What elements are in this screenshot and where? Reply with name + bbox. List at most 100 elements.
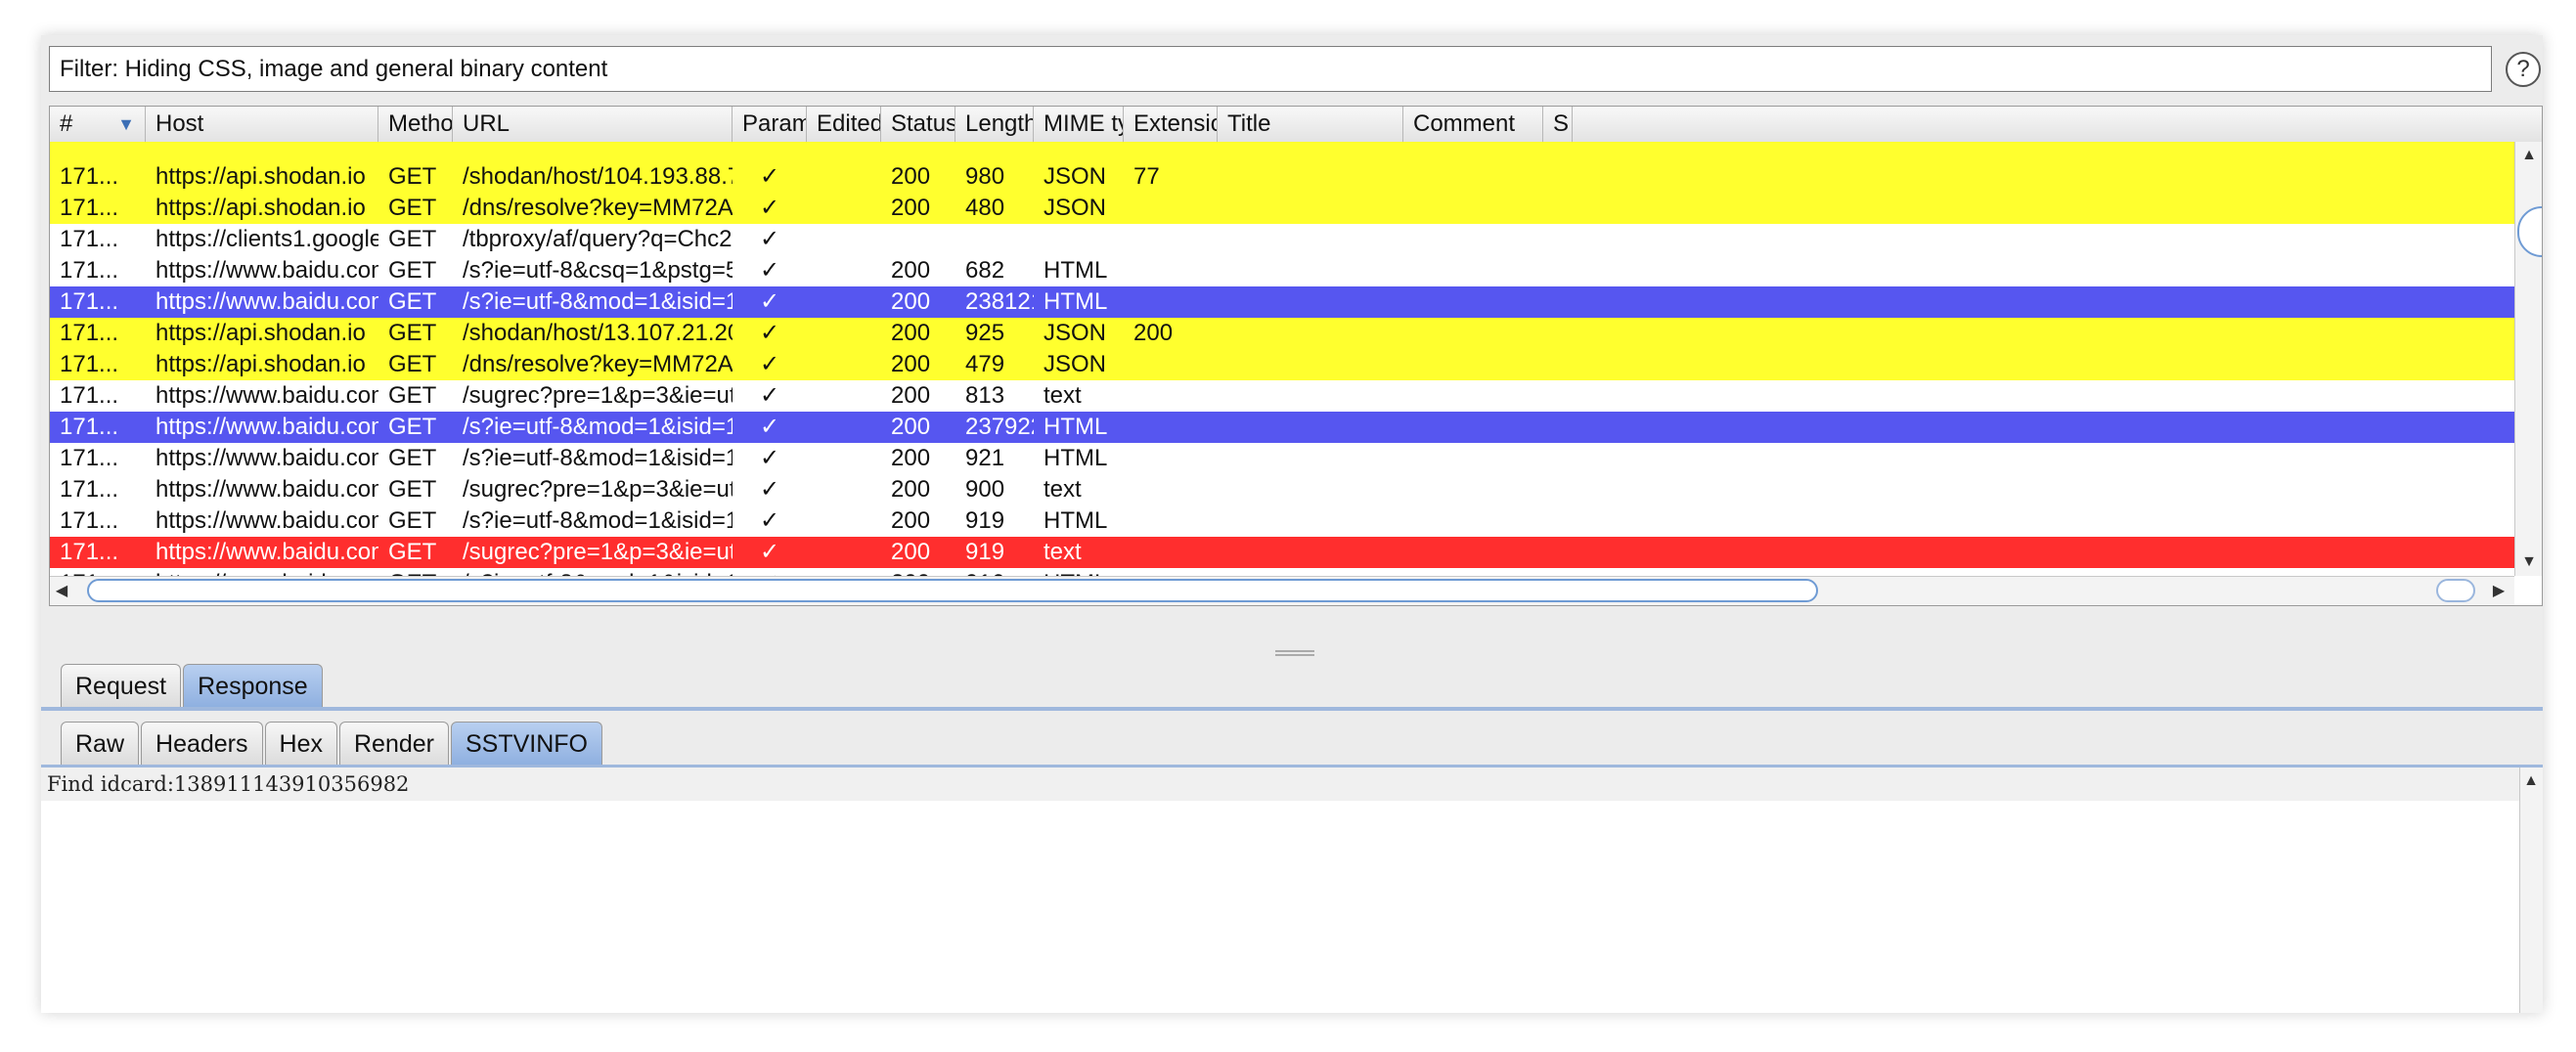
column-header[interactable]: Status — [881, 107, 955, 142]
sort-desc-icon[interactable]: ▼ — [117, 107, 135, 142]
column-header[interactable]: MIME type — [1034, 107, 1124, 142]
cell-mime: HTML — [1044, 507, 1108, 534]
cell-host: https://www.baidu.com — [155, 288, 378, 315]
table-row[interactable]: 171...https://www.baidu.comGET/s?ie=utf-… — [50, 412, 2514, 443]
response-body-panel[interactable]: Find idcard:138911143910356982 — [41, 767, 2519, 1013]
column-header[interactable]: Length — [955, 107, 1034, 142]
cell-edited — [807, 505, 881, 537]
table-row[interactable]: 171...https://www.baidu.comGET/s?ie=utf-… — [50, 255, 2514, 286]
table-row[interactable]: 171... https://www.baidu.com GET/sugrec?pr… — [50, 474, 2514, 505]
cell-title — [1218, 318, 1403, 349]
pane-splitter-handle[interactable] — [1275, 650, 1314, 656]
vertical-scroll-thumb[interactable] — [2517, 206, 2542, 257]
cell-comment — [1403, 568, 1543, 576]
response-body-text: Find idcard:138911143910356982 — [47, 772, 410, 796]
cell-extension — [1124, 474, 1218, 505]
cell-status: 200 — [891, 163, 931, 190]
response-vertical-scrollbar[interactable]: ▲ — [2519, 767, 2543, 1013]
cell-params: ✓ — [759, 414, 780, 440]
cell-status: 200 — [891, 539, 931, 565]
table-row[interactable]: 171...https://www.baidu.comGET/s?ie=utf-… — [50, 443, 2514, 474]
table-row[interactable]: 171...https://www.baidu.comGET/s?ie=utf-… — [50, 505, 2514, 537]
cell-params: ✓ — [759, 382, 780, 409]
cell-url: /s?ie=utf-8&mod=1&isid=1990B74... — [463, 414, 733, 440]
cell-status — [881, 224, 955, 255]
cell-method: GET — [388, 163, 437, 190]
column-header[interactable]: S — [1543, 107, 1573, 142]
table-vertical-scrollbar[interactable]: ▲ ▼ — [2514, 142, 2542, 576]
column-header[interactable]: # ▼ — [50, 107, 146, 142]
cell-url: /s?ie=utf-8&mod=1&isid=1990B74... — [463, 445, 733, 471]
table-row[interactable]: 171... https://api.shodan.io GET/shodan/ho… — [50, 318, 2514, 349]
filter-bar[interactable]: Filter: Hiding CSS, image and general bi… — [49, 46, 2492, 92]
cell-num: 171... — [60, 382, 119, 409]
cell-mime: HTML — [1034, 568, 1124, 576]
scroll-left-icon[interactable]: ◀ — [52, 582, 71, 601]
table-row[interactable]: 171... https://api.shodan.io GET/dns/resol… — [50, 193, 2514, 224]
cell-url: /tbproxy/af/query?q=Chc2LjEuMTcx... — [463, 226, 733, 252]
scroll-right-icon[interactable]: ▶ — [2489, 582, 2509, 601]
response-scroll-up-icon[interactable]: ▲ — [2520, 771, 2542, 791]
cell-comment — [1403, 161, 1543, 193]
table-row[interactable]: 171... https://clients1.google.com GET/tbp… — [50, 224, 2514, 255]
cell-status: 200 — [891, 351, 931, 377]
help-icon[interactable]: ? — [2506, 52, 2541, 87]
cell-title — [1218, 286, 1403, 318]
column-header[interactable]: Params — [733, 107, 807, 142]
table-row[interactable]: 171... https://api.shodan.io GET/shodan/ho… — [50, 161, 2514, 193]
column-header[interactable]: Extension — [1124, 107, 1218, 142]
cell-url: /s?ie=utf-8&csq=1&pstg=5&mod=2... — [463, 257, 733, 284]
cell-length: 479 — [965, 351, 1005, 377]
cell-title — [1218, 412, 1403, 443]
cell-title — [1218, 193, 1403, 224]
cell-mime: HTML — [1044, 414, 1108, 440]
scroll-up-icon[interactable]: ▲ — [2515, 146, 2542, 165]
cell-status: 200 — [891, 476, 931, 503]
subtab-hex[interactable]: Hex — [264, 722, 337, 765]
subtab-raw[interactable]: Raw — [61, 722, 140, 765]
cell-length: 925 — [965, 320, 1005, 346]
table-row[interactable]: 171... https://www.baidu.com GET/sugrec?pr… — [50, 537, 2514, 568]
subtab-render[interactable]: Render — [338, 722, 449, 765]
column-header[interactable]: Edited — [807, 107, 881, 142]
subtab-sstvinfo[interactable]: SSTVINFO — [450, 722, 602, 765]
cell-mime: HTML — [1044, 445, 1108, 471]
cell-status: 200 — [891, 382, 931, 409]
cell-extension: 200 — [1133, 320, 1174, 346]
scroll-down-icon[interactable]: ▼ — [2515, 552, 2542, 572]
cell-mime: text — [1044, 476, 1082, 503]
cell-params: ✓ — [759, 226, 780, 252]
cell-url: /shodan/host/13.107.21.200?key=... — [463, 320, 733, 346]
cell-comment — [1403, 318, 1543, 349]
table-horizontal-scrollbar[interactable]: ◀ ▶ — [50, 576, 2514, 605]
column-header-label: Host — [155, 110, 204, 137]
tab-response[interactable]: Response — [183, 664, 323, 707]
column-header[interactable]: Comment — [1403, 107, 1543, 142]
column-header[interactable]: Host — [146, 107, 378, 142]
table-row[interactable]: 171... https://api.shodan.io GET/dns/resol… — [50, 349, 2514, 380]
cell-extension — [1124, 568, 1218, 576]
subtab-headers[interactable]: Headers — [141, 722, 263, 765]
column-header-label: S — [1553, 110, 1570, 137]
column-header[interactable]: Method — [378, 107, 453, 142]
cell-length: 916 — [955, 568, 1034, 576]
column-header[interactable]: URL — [453, 107, 733, 142]
tab-request[interactable]: Request — [61, 664, 182, 707]
cell-num: 171... — [60, 507, 119, 534]
table-row[interactable]: 171...https://www.baidu.comGET/s?ie=utf-… — [50, 286, 2514, 318]
column-header[interactable]: Title — [1218, 107, 1403, 142]
horizontal-scroll-thumb[interactable] — [87, 579, 1818, 602]
cell-params: ✓ — [759, 257, 780, 284]
cell-title — [1218, 443, 1403, 474]
cell-length: 237922 — [965, 414, 1034, 440]
table-row[interactable]: 171...https://www.baidu.comGET/s?ie=utf-… — [50, 568, 2514, 576]
cell-status: 200 — [891, 445, 931, 471]
cell-comment — [1403, 412, 1543, 443]
cell-method: GET — [388, 320, 437, 346]
cell-status: 200 — [891, 288, 931, 315]
cell-host: https://www.baidu.com — [155, 445, 378, 471]
cell-edited — [807, 193, 881, 224]
cell-params: ✓ — [733, 568, 807, 576]
cell-num: 171... — [50, 568, 146, 576]
table-row[interactable]: 171... https://www.baidu.com GET/sugrec?pr… — [50, 380, 2514, 412]
